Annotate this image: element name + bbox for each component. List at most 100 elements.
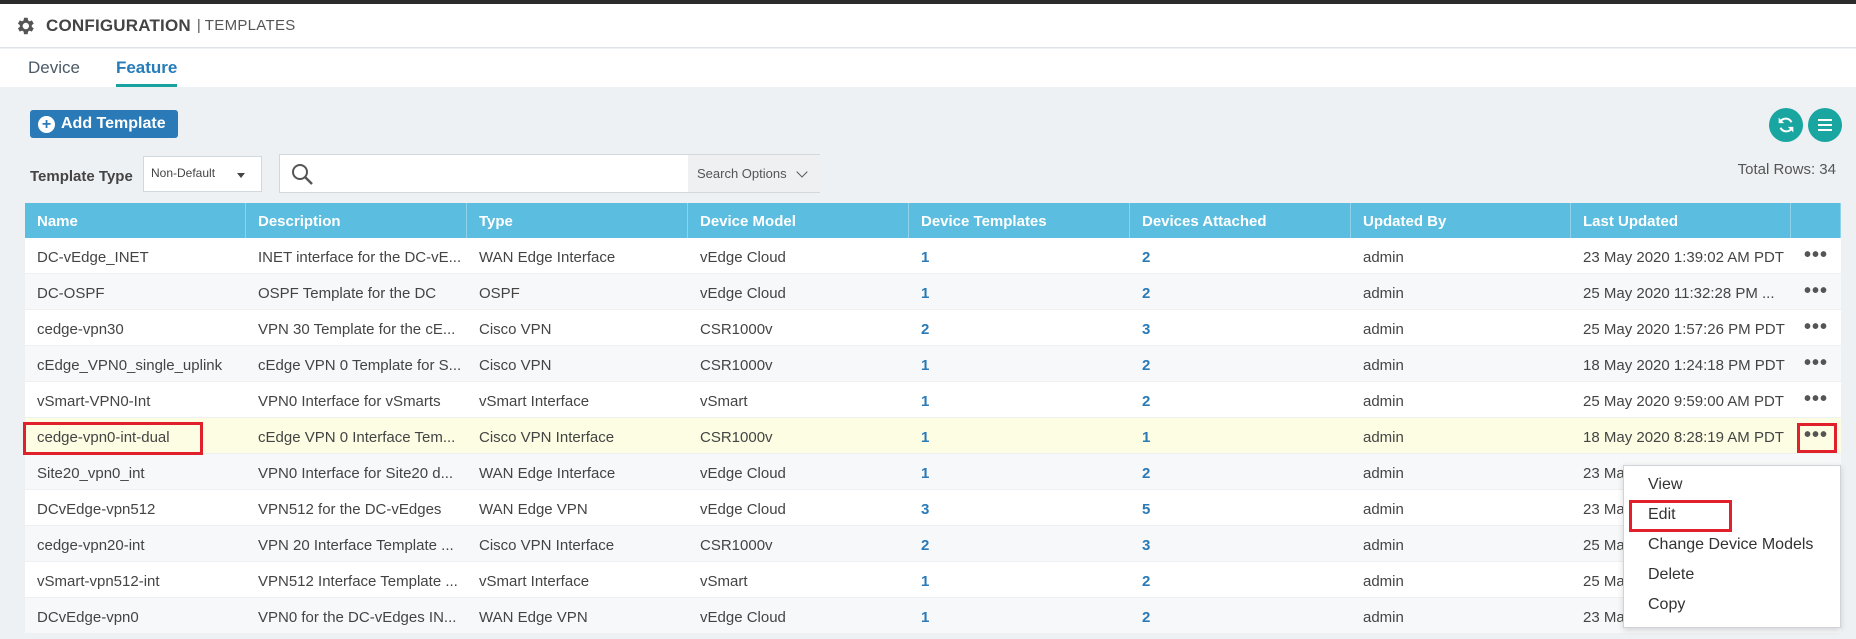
table-row[interactable]: vSmart-vpn512-int VPN512 Interface Templ… bbox=[25, 562, 1841, 598]
cell-updated-by: admin bbox=[1363, 285, 1404, 302]
row-actions-more-icon[interactable]: ••• bbox=[1791, 310, 1841, 346]
search-options-label: Search Options bbox=[697, 166, 787, 181]
cell-devices-attached-link[interactable]: 2 bbox=[1130, 382, 1351, 418]
menu-button[interactable] bbox=[1808, 108, 1842, 142]
tab-feature[interactable]: Feature bbox=[115, 49, 178, 87]
cell-devices-attached-link[interactable]: 3 bbox=[1130, 310, 1351, 346]
cell-device-templates-link[interactable]: 1 bbox=[909, 238, 1130, 274]
cell-description: OSPF Template for the DC bbox=[258, 285, 437, 302]
cell-devices-attached-link[interactable]: 2 bbox=[1130, 454, 1351, 490]
cell-device-model: CSR1000v bbox=[700, 537, 773, 554]
table-row[interactable]: Site20_vpn0_int VPN0 Interface for Site2… bbox=[25, 454, 1841, 490]
highlight-box-edit bbox=[1629, 500, 1732, 532]
template-type-select[interactable]: Non-Default bbox=[143, 156, 262, 192]
column-header-actions bbox=[1791, 203, 1841, 238]
column-header-device-templates[interactable]: Device Templates bbox=[909, 203, 1130, 238]
column-header-updated-by[interactable]: Updated By bbox=[1351, 203, 1571, 238]
cell-device-templates-link[interactable]: 1 bbox=[909, 454, 1130, 490]
add-template-label: Add Template bbox=[61, 115, 166, 132]
cell-device-templates-link[interactable]: 1 bbox=[909, 346, 1130, 382]
chevron-down-icon bbox=[796, 166, 808, 178]
cell-name: DC-OSPF bbox=[37, 285, 105, 302]
cell-devices-attached-link[interactable]: 2 bbox=[1130, 562, 1351, 598]
search-input[interactable] bbox=[324, 161, 704, 187]
row-actions-more-icon[interactable]: ••• bbox=[1791, 238, 1841, 274]
table-row[interactable]: DCvEdge-vpn0 VPN0 for the DC-vEdges IN..… bbox=[25, 598, 1841, 634]
cell-last-updated: 18 May 2020 1:24:18 PM PDT bbox=[1583, 357, 1785, 374]
table-row[interactable]: vSmart-VPN0-Int VPN0 Interface for vSmar… bbox=[25, 382, 1841, 418]
cell-description: VPN0 for the DC-vEdges IN... bbox=[258, 609, 457, 626]
cell-device-templates-link[interactable]: 1 bbox=[909, 562, 1130, 598]
cell-description: INET interface for the DC-vE... bbox=[258, 249, 462, 266]
refresh-button[interactable] bbox=[1769, 108, 1803, 142]
cell-last-updated: 23 May 2020 1:39:02 AM PDT bbox=[1583, 249, 1784, 266]
cell-device-templates-link[interactable]: 1 bbox=[909, 274, 1130, 310]
refresh-icon bbox=[1778, 117, 1794, 133]
cell-device-templates-link[interactable]: 2 bbox=[909, 310, 1130, 346]
add-template-button[interactable]: + Add Template bbox=[30, 110, 178, 138]
cell-device-model: vEdge Cloud bbox=[700, 285, 786, 302]
table-row[interactable]: cedge-vpn30 VPN 30 Template for the cE..… bbox=[25, 310, 1841, 346]
column-header-description[interactable]: Description bbox=[246, 203, 467, 238]
highlight-box-row-actions bbox=[1797, 423, 1837, 453]
column-header-device-model[interactable]: Device Model bbox=[688, 203, 909, 238]
cell-updated-by: admin bbox=[1363, 465, 1404, 482]
cell-name: cEdge_VPN0_single_uplink bbox=[37, 357, 223, 374]
cell-device-model: vSmart bbox=[700, 573, 748, 590]
row-actions-more-icon[interactable]: ••• bbox=[1791, 382, 1841, 418]
cell-name: DCvEdge-vpn0 bbox=[37, 609, 139, 626]
cell-devices-attached-link[interactable]: 2 bbox=[1130, 598, 1351, 634]
tab-bar: Device Feature bbox=[0, 49, 1856, 87]
menu-item-delete[interactable]: Delete bbox=[1624, 556, 1840, 586]
menu-item-copy[interactable]: Copy bbox=[1624, 586, 1840, 616]
table-row-selected[interactable]: cedge-vpn0-int-dual cEdge VPN 0 Interfac… bbox=[25, 418, 1841, 454]
row-actions-more-icon[interactable]: ••• bbox=[1791, 346, 1841, 382]
column-header-type[interactable]: Type bbox=[467, 203, 688, 238]
cell-description: VPN0 Interface for Site20 d... bbox=[258, 465, 454, 482]
cell-name: vSmart-VPN0-Int bbox=[37, 393, 151, 410]
cell-device-model: vEdge Cloud bbox=[700, 249, 786, 266]
cell-updated-by: admin bbox=[1363, 357, 1404, 374]
page-title: CONFIGURATION bbox=[46, 15, 191, 35]
table-row[interactable]: DC-OSPF OSPF Template for the DC OSPF vE… bbox=[25, 274, 1841, 310]
cell-device-templates-link[interactable]: 1 bbox=[909, 598, 1130, 634]
cell-type: WAN Edge VPN bbox=[479, 609, 588, 626]
search-options-dropdown[interactable]: Search Options bbox=[688, 155, 820, 192]
table-header: Name Description Type Device Model Devic… bbox=[25, 203, 1841, 238]
tab-device[interactable]: Device bbox=[28, 49, 80, 87]
cell-devices-attached-link[interactable]: 3 bbox=[1130, 526, 1351, 562]
page-header: CONFIGURATION | TEMPLATES bbox=[0, 4, 1856, 48]
cell-updated-by: admin bbox=[1363, 249, 1404, 266]
cell-device-templates-link[interactable]: 1 bbox=[909, 418, 1130, 454]
cell-description: cEdge VPN 0 Template for S... bbox=[258, 357, 462, 374]
cell-name: vSmart-vpn512-int bbox=[37, 573, 160, 590]
cell-last-updated: 25 May 2020 1:57:26 PM PDT bbox=[1583, 321, 1785, 338]
cell-type: WAN Edge Interface bbox=[479, 249, 616, 266]
table-row[interactable]: DCvEdge-vpn512 VPN512 for the DC-vEdges … bbox=[25, 490, 1841, 526]
cell-description: cEdge VPN 0 Interface Tem... bbox=[258, 429, 456, 446]
column-header-devices-attached[interactable]: Devices Attached bbox=[1130, 203, 1351, 238]
template-type-value: Non-Default bbox=[151, 166, 216, 180]
column-header-last-updated[interactable]: Last Updated bbox=[1571, 203, 1791, 238]
cell-type: OSPF bbox=[479, 285, 520, 302]
menu-item-view[interactable]: View bbox=[1624, 466, 1840, 496]
cell-devices-attached-link[interactable]: 2 bbox=[1130, 238, 1351, 274]
cell-description: VPN 20 Interface Template ... bbox=[258, 537, 454, 554]
cell-devices-attached-link[interactable]: 2 bbox=[1130, 346, 1351, 382]
cell-device-templates-link[interactable]: 1 bbox=[909, 382, 1130, 418]
cell-name: DCvEdge-vpn512 bbox=[37, 501, 156, 518]
cell-devices-attached-link[interactable]: 2 bbox=[1130, 274, 1351, 310]
search-icon bbox=[292, 164, 313, 185]
page-subtitle: TEMPLATES bbox=[204, 17, 296, 34]
cell-devices-attached-link[interactable]: 5 bbox=[1130, 490, 1351, 526]
row-actions-more-icon[interactable]: ••• bbox=[1791, 274, 1841, 310]
cell-type: WAN Edge Interface bbox=[479, 465, 616, 482]
table-row[interactable]: DC-vEdge_INET INET interface for the DC-… bbox=[25, 238, 1841, 274]
table-row[interactable]: cedge-vpn20-int VPN 20 Interface Templat… bbox=[25, 526, 1841, 562]
cell-device-templates-link[interactable]: 2 bbox=[909, 526, 1130, 562]
cell-device-templates-link[interactable]: 3 bbox=[909, 490, 1130, 526]
cell-devices-attached-link[interactable]: 1 bbox=[1130, 418, 1351, 454]
table-row[interactable]: cEdge_VPN0_single_uplink cEdge VPN 0 Tem… bbox=[25, 346, 1841, 382]
gear-icon bbox=[17, 17, 34, 34]
column-header-name[interactable]: Name bbox=[25, 203, 246, 238]
